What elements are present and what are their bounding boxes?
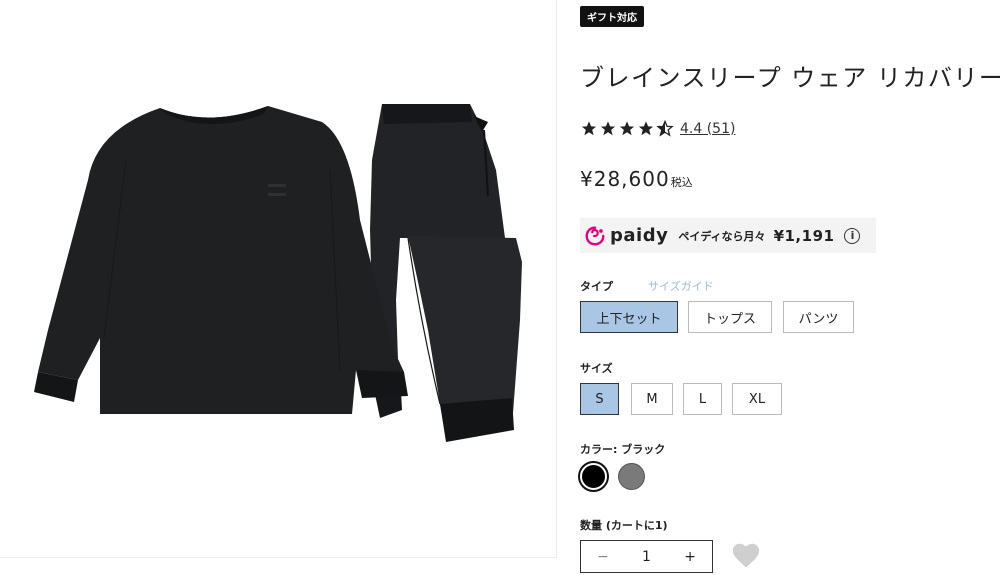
pajama-set-illustration [34,104,522,442]
gift-badge: ギフト対応 [580,6,644,27]
product-rating[interactable]: 4.4 (51) [580,120,735,137]
quantity-label: 数量 (カートに1) [580,519,668,532]
tax-label: 税込 [670,176,693,189]
rating-stars [580,120,675,137]
paidy-logo-text: paidy [610,225,669,246]
product-info: ギフト対応 ブレインスリープ ウェア リカバリー 4.4 (51) ¥28,60… [580,0,1000,575]
type-option-tops[interactable]: トップス [688,301,772,333]
star-full-icon [638,121,654,136]
color-swatch-black[interactable] [580,463,607,490]
quantity-decrease-button[interactable]: − [597,549,609,565]
star-full-icon [600,121,616,136]
size-option-xl[interactable]: XL [732,383,782,415]
paidy-description: ペイディなら月々 [678,229,766,243]
size-guide-link[interactable]: サイズガイド [648,278,714,294]
heart-icon[interactable] [731,541,761,569]
star-half-icon [656,120,674,137]
quantity-value[interactable]: 1 [642,549,651,565]
type-option-pants[interactable]: パンツ [783,301,854,333]
paidy-logo-icon [585,226,605,245]
info-icon[interactable]: i [844,227,861,244]
size-option-m[interactable]: M [631,383,673,415]
product-price: ¥28,600税込 [580,167,693,191]
size-option-l[interactable]: L [683,383,722,415]
product-image[interactable] [0,0,557,558]
price-value: ¥28,600 [580,167,670,191]
color-swatch-gray[interactable] [618,463,645,490]
paidy-amount: ¥1,191 [773,226,835,245]
shirt-illustration [34,106,408,414]
size-label: サイズ [580,362,613,375]
type-option-set[interactable]: 上下セット [580,301,678,333]
product-title: ブレインスリープ ウェア リカバリー [580,64,1000,92]
size-option-s[interactable]: S [580,383,619,415]
star-full-icon [619,121,635,136]
quantity-increase-button[interactable]: + [684,549,696,565]
paidy-banner[interactable]: paidy ペイディなら月々 ¥1,191 i [580,218,876,253]
color-label: カラー: ブラック [580,443,666,456]
star-full-icon [581,121,597,136]
type-label: タイプ [580,280,613,293]
quantity-stepper: − 1 + [580,540,713,573]
rating-link[interactable]: 4.4 (51) [680,121,735,137]
